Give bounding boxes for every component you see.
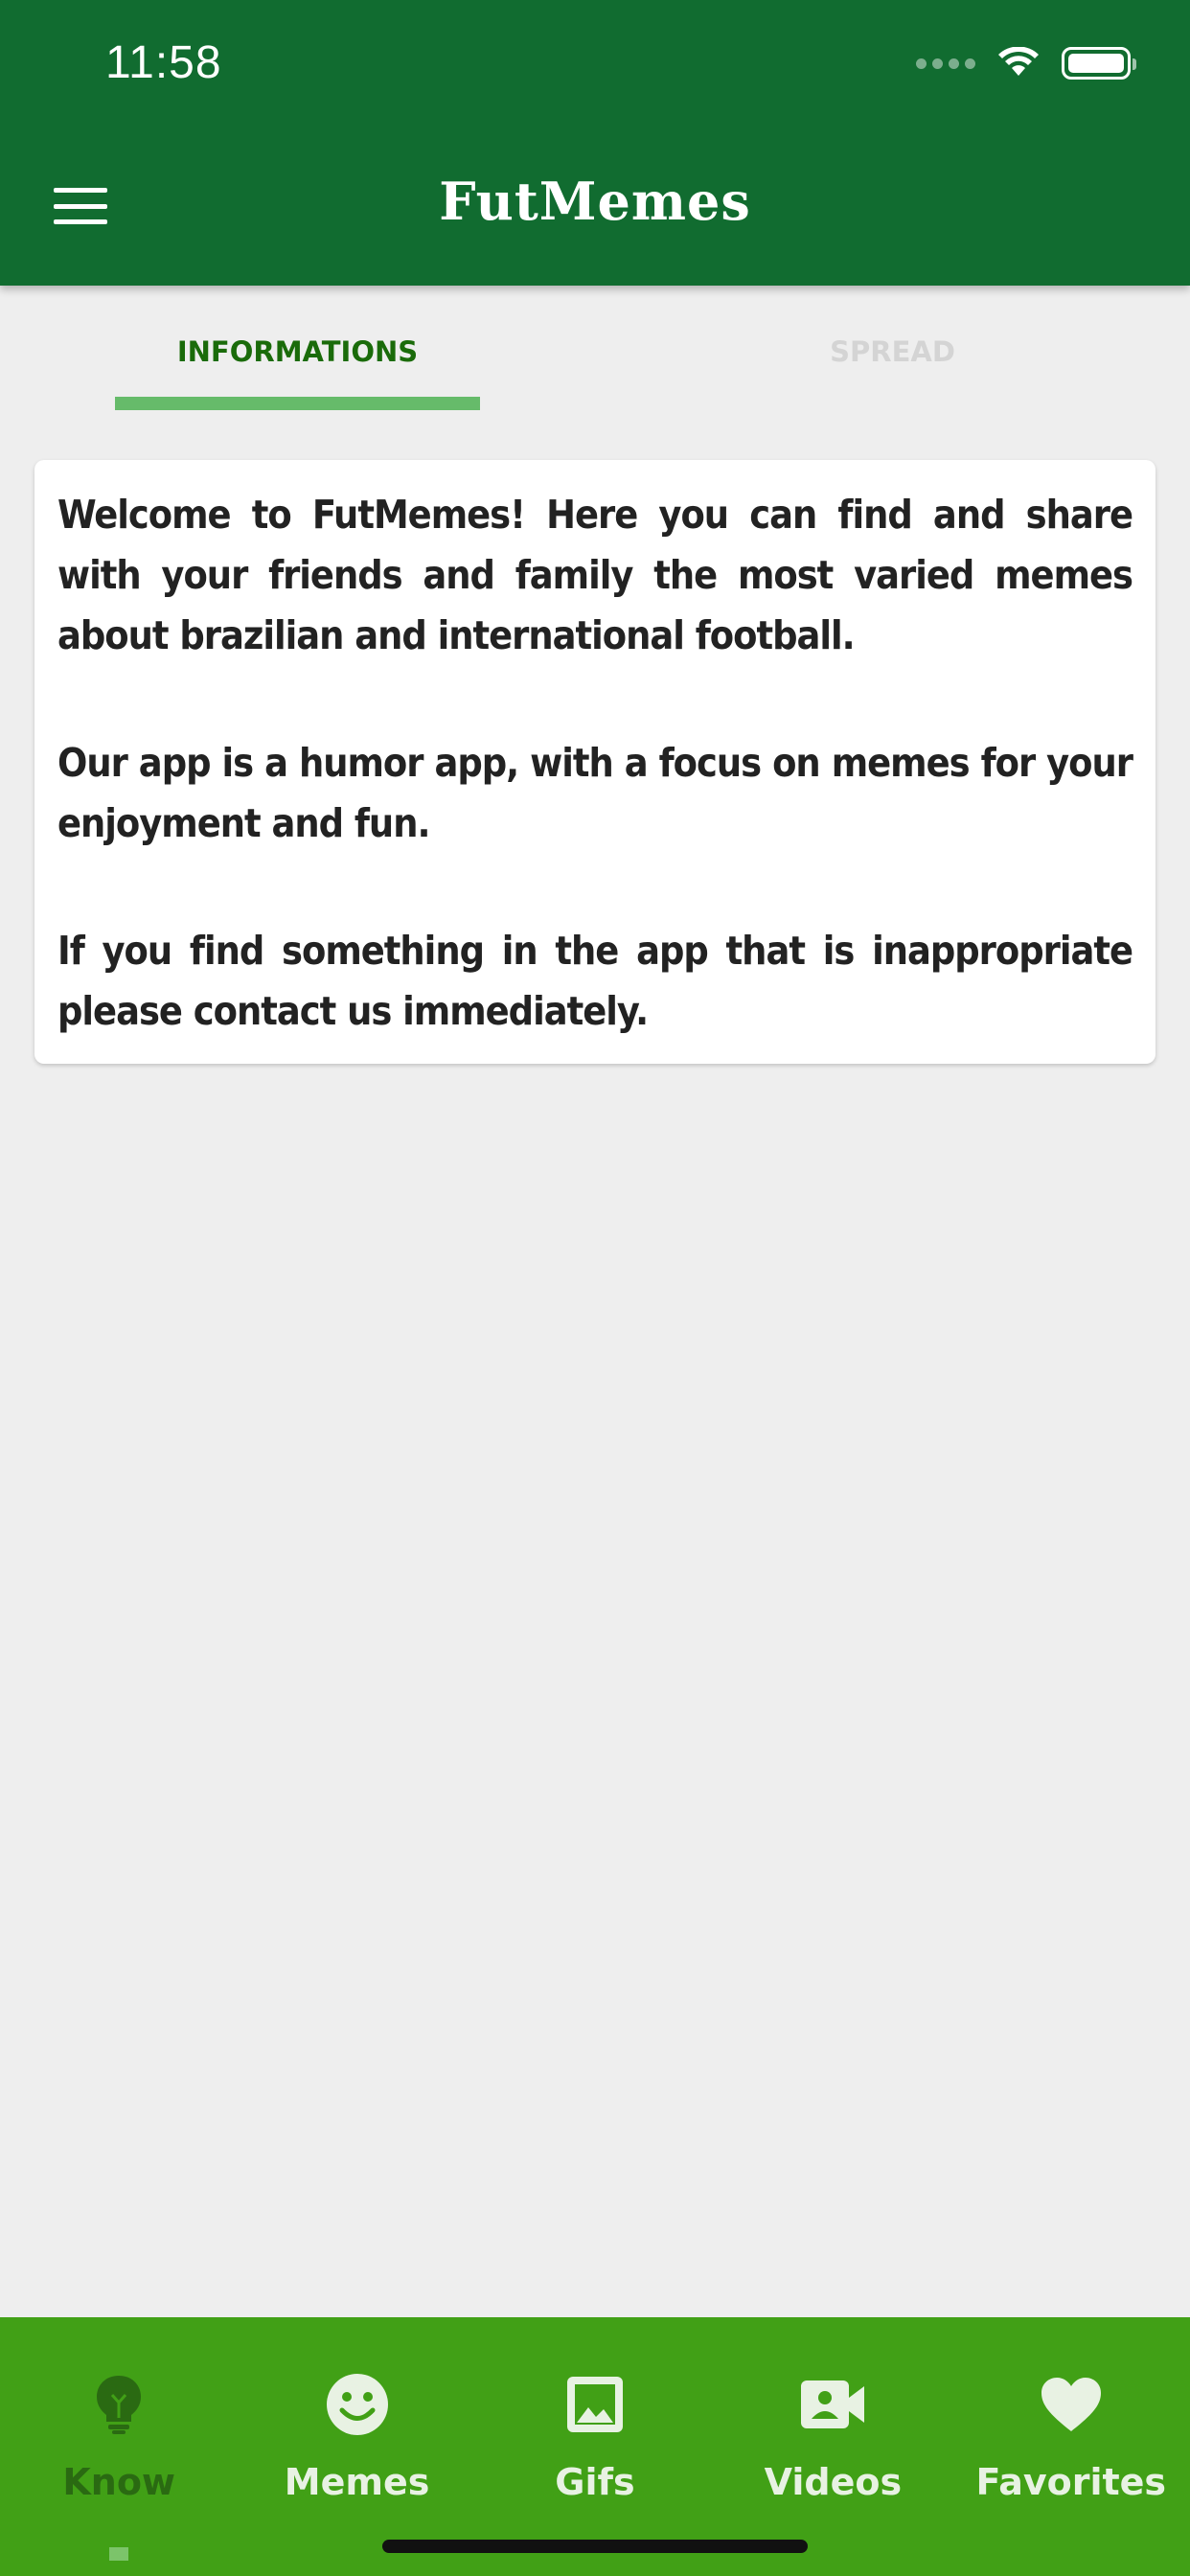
- nav-label-videos: Videos: [764, 2461, 903, 2503]
- status-time: 11:58: [105, 37, 222, 88]
- nav-item-gifs[interactable]: Gifs: [476, 2317, 714, 2576]
- tab-informations[interactable]: INFORMATIONS: [0, 286, 595, 410]
- smiley-face-icon: [324, 2371, 391, 2438]
- nav-item-videos[interactable]: Videos: [714, 2317, 951, 2576]
- nav-label-memes: Memes: [284, 2461, 430, 2503]
- nav-item-know[interactable]: Know: [0, 2317, 238, 2576]
- bottom-navigation: Know Memes Gifs Videos Favorites: [0, 2317, 1190, 2576]
- tab-spread-label: SPREAD: [830, 335, 955, 368]
- nav-item-favorites[interactable]: Favorites: [952, 2317, 1190, 2576]
- nav-label-favorites: Favorites: [975, 2461, 1167, 2503]
- status-icons: [916, 42, 1136, 84]
- active-nav-indicator: [109, 2547, 128, 2561]
- page-title: FutMemes: [439, 171, 751, 232]
- nav-label-gifs: Gifs: [555, 2461, 635, 2503]
- home-indicator[interactable]: [382, 2540, 808, 2553]
- image-icon: [561, 2371, 629, 2438]
- tab-bar: INFORMATIONS SPREAD: [0, 286, 1190, 410]
- video-camera-icon: [799, 2371, 866, 2438]
- lightbulb-icon: [85, 2371, 152, 2438]
- humor-paragraph: Our app is a humor app, with a focus on …: [57, 740, 1133, 846]
- nav-label-know: Know: [62, 2461, 176, 2503]
- nav-item-memes[interactable]: Memes: [238, 2317, 475, 2576]
- battery-icon: [1062, 47, 1136, 80]
- wifi-icon: [998, 47, 1039, 76]
- tab-informations-label: INFORMATIONS: [176, 335, 419, 368]
- welcome-paragraph: Welcome to FutMemes! Here you can find a…: [57, 492, 1133, 658]
- contact-paragraph: If you find something in the app that is…: [57, 928, 1133, 1034]
- tab-spread[interactable]: SPREAD: [595, 286, 1190, 410]
- info-card: Welcome to FutMemes! Here you can find a…: [34, 460, 1156, 1064]
- heart-icon: [1038, 2371, 1105, 2438]
- active-tab-indicator: [115, 397, 480, 410]
- app-header: 11:58 FutMemes: [0, 0, 1190, 286]
- cellular-signal-icon: [916, 58, 975, 69]
